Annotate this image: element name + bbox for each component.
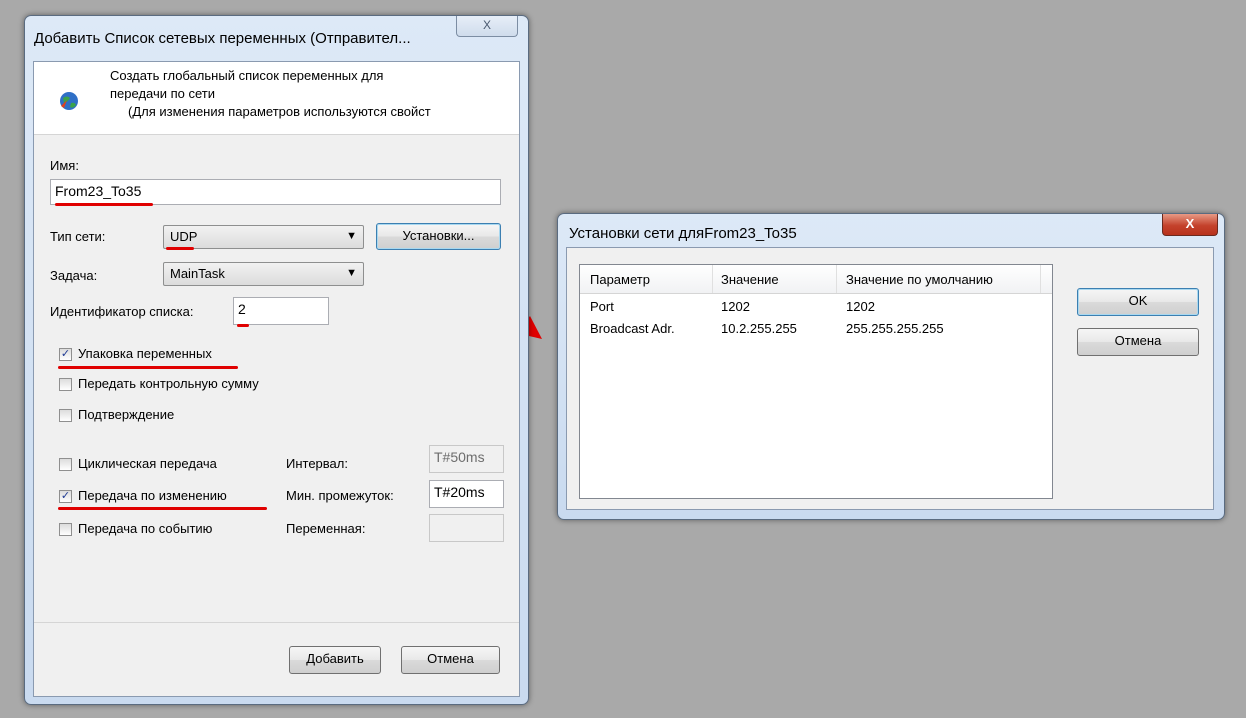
annotation-underline — [166, 247, 194, 250]
min-gap-input[interactable]: T#20ms — [429, 480, 504, 508]
task-label: Задача: — [50, 268, 98, 283]
description-line-2: передачи по сети — [110, 86, 216, 101]
network-type-label: Тип сети: — [50, 229, 106, 244]
variable-label: Переменная: — [286, 521, 366, 536]
cyclic-transmission-label: Циклическая передача — [78, 456, 217, 471]
description-line-1: Создать глобальный список переменных для — [110, 68, 384, 83]
close-button[interactable]: X — [1162, 214, 1218, 236]
row-default: 1202 — [846, 299, 875, 314]
dialog-client-area: Параметр Значение Значение по умолчанию … — [566, 247, 1214, 510]
checksum-checkbox[interactable] — [59, 378, 72, 391]
min-gap-label: Мин. промежуток: — [286, 488, 394, 503]
annotation-underline — [237, 324, 249, 327]
cancel-button[interactable]: Отмена — [401, 646, 500, 674]
network-globe-icon — [60, 92, 78, 110]
name-input[interactable]: From23_To35 — [50, 179, 501, 205]
on-change-checkbox[interactable]: ✓ — [59, 490, 72, 503]
settings-button[interactable]: Установки... — [376, 223, 501, 250]
network-type-select[interactable]: UDP ▼ — [163, 225, 364, 249]
column-separator — [1040, 265, 1041, 293]
row-parameter: Port — [590, 299, 614, 314]
column-header-default[interactable]: Значение по умолчанию — [846, 272, 993, 287]
row-value: 10.2.255.255 — [721, 321, 797, 336]
variable-input[interactable] — [429, 514, 504, 542]
interval-input[interactable]: T#50ms — [429, 445, 504, 473]
dialog-title: Добавить Список сетевых переменных (Отпр… — [34, 30, 411, 47]
list-id-label: Идентификатор списка: — [50, 304, 194, 319]
column-separator — [712, 265, 713, 293]
on-event-label: Передача по событию — [78, 521, 213, 536]
checksum-label: Передать контрольную сумму — [78, 376, 259, 391]
dialog-title: Установки сети дляFrom23_To35 — [569, 225, 797, 242]
annotation-underline — [58, 366, 238, 369]
on-change-label: Передача по изменению — [78, 488, 227, 503]
on-event-checkbox[interactable] — [59, 523, 72, 536]
table-row[interactable]: Port 1202 1202 — [580, 295, 1052, 317]
list-id-input[interactable]: 2 — [233, 297, 329, 325]
dialog-titlebar: Добавить Список сетевых переменных (Отпр… — [25, 16, 528, 48]
row-parameter: Broadcast Adr. — [590, 321, 675, 336]
acknowledge-label: Подтверждение — [78, 407, 175, 422]
dropdown-arrow-icon: ▼ — [346, 267, 357, 279]
pack-variables-checkbox[interactable]: ✓ — [59, 348, 72, 361]
row-value: 1202 — [721, 299, 750, 314]
close-button[interactable]: X — [456, 16, 518, 37]
dialog-titlebar: Установки сети дляFrom23_To35 X — [558, 214, 1224, 246]
cancel-button[interactable]: Отмена — [1077, 328, 1199, 356]
row-default: 255.255.255.255 — [846, 321, 944, 336]
close-icon: X — [1185, 216, 1195, 231]
acknowledge-checkbox[interactable] — [59, 409, 72, 422]
column-header-value[interactable]: Значение — [721, 272, 779, 287]
dialog-client-area: Создать глобальный список переменных для… — [33, 61, 520, 697]
dropdown-arrow-icon: ▼ — [346, 230, 357, 242]
annotation-underline — [55, 203, 153, 206]
ok-button[interactable]: OK — [1077, 288, 1199, 316]
network-settings-dialog: Установки сети дляFrom23_To35 X Параметр… — [557, 213, 1225, 520]
add-button[interactable]: Добавить — [289, 646, 381, 674]
task-select[interactable]: MainTask ▼ — [163, 262, 364, 286]
description-line-3: (Для изменения параметров используются с… — [128, 104, 431, 119]
table-row[interactable]: Broadcast Adr. 10.2.255.255 255.255.255.… — [580, 317, 1052, 339]
cyclic-transmission-checkbox[interactable] — [59, 458, 72, 471]
add-network-variable-list-dialog: Добавить Список сетевых переменных (Отпр… — [24, 15, 529, 705]
task-value: MainTask — [170, 266, 225, 281]
parameters-listview[interactable]: Параметр Значение Значение по умолчанию … — [579, 264, 1053, 499]
pack-variables-label: Упаковка переменных — [78, 346, 212, 361]
description-header: Создать глобальный список переменных для… — [34, 62, 519, 135]
network-type-value: UDP — [170, 229, 198, 244]
column-separator — [836, 265, 837, 293]
interval-label: Интервал: — [286, 456, 348, 471]
close-icon: X — [482, 18, 491, 32]
name-label: Имя: — [50, 158, 79, 173]
annotation-underline — [58, 507, 267, 510]
column-header-parameter[interactable]: Параметр — [590, 272, 650, 287]
